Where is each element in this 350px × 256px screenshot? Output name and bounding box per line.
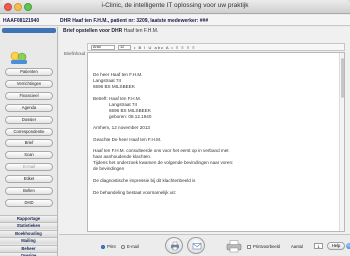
sidebar-button-verrichtingen[interactable]: Verrichtingen — [5, 79, 53, 88]
letter-line: Betreft: Haaf ten F.H.M. — [93, 96, 141, 101]
sidebar-button-etiket[interactable]: Etiket — [5, 175, 53, 184]
letter-line: De behandeling bestaat voornamelijk uit: — [93, 190, 176, 195]
letter-line: Langstraat 74 — [109, 102, 138, 107]
printer-large-icon[interactable] — [225, 239, 243, 253]
print-option-label: Print — [107, 244, 116, 249]
sidebar-button-scan[interactable]: Scan — [5, 151, 53, 160]
sidebar-button-dhd[interactable]: DHD — [5, 198, 53, 207]
sidebar-button-dossier[interactable]: Dossier — [5, 115, 53, 124]
letter-line: Langstraat 74 — [93, 78, 122, 83]
print-option[interactable]: Print — [101, 244, 116, 249]
sidebar-button-patienten[interactable]: Patienten — [5, 68, 53, 76]
sidebar-menu-beheer[interactable]: Beheer — [0, 244, 57, 252]
page-title-name: Haaf ten F.H.M. — [123, 28, 159, 34]
title-bar: i-Clinic, de intelligente IT oplossing v… — [0, 0, 350, 14]
clinic-logo-icon — [10, 51, 27, 64]
letter-line: Tijdens het onderzoek kwamen de volgende… — [93, 160, 234, 165]
sidebar: Patienten Verrichtingen Financieel Agenda Do… — [0, 27, 58, 256]
patient-summary: DHR Haaf ten F.H.M., patient nr: 3209, l… — [60, 18, 209, 24]
printer-icon — [171, 241, 179, 251]
sidebar-search-bar[interactable] — [2, 28, 56, 33]
envelope-icon — [192, 243, 202, 250]
sidebar-button-e-mail[interactable]: E-mail — [5, 163, 53, 172]
letter-line: de bevindingen — [93, 166, 125, 171]
sidebar-menu-overige[interactable]: Overige — [0, 252, 57, 256]
letter-actions: Print E-mail Printvoorbeeld Aantal 1 Hel… — [59, 234, 350, 256]
scroll-thumb[interactable] — [341, 58, 344, 98]
email-radio[interactable] — [121, 244, 125, 249]
letter-line: Haaf ten F.H.M. consulteerde ons voor he… — [93, 148, 229, 153]
patient-id: HAAF08121940 — [3, 18, 40, 24]
window-title: i-Clinic, de intelligente IT oplossing v… — [101, 2, 249, 9]
letter-line: 6596 BS MILSBEEK — [109, 108, 151, 113]
sidebar-button-brief[interactable]: Brief — [5, 139, 53, 148]
sidebar-button-financieel[interactable]: Financieel — [5, 91, 53, 100]
sidebar-button-bellen[interactable]: Bellen — [5, 187, 53, 195]
page-title: Brief opstellen voor DHR Haaf ten F.H.M. — [63, 28, 158, 34]
app-window: i-Clinic, de intelligente IT oplossing v… — [0, 0, 350, 256]
letter-line: geboren: 08.12.1940 — [109, 114, 152, 119]
sidebar-menu-boekhouding[interactable]: Boekhouding — [0, 229, 57, 237]
editor-scrollbar[interactable] — [339, 53, 344, 231]
letter-line: 6596 BS MILSBEEK — [93, 84, 135, 89]
email-option-label: E-mail — [127, 244, 139, 249]
send-button[interactable] — [187, 237, 205, 254]
copies-input[interactable]: 1 — [314, 243, 323, 249]
print-radio[interactable] — [101, 244, 105, 249]
format-toolbar: Arial 12 • B I U abc A • ≡ ≡ ≡ ≡ — [87, 43, 345, 51]
print-button[interactable] — [165, 237, 183, 254]
page-title-prefix: Brief opstellen voor DHR — [63, 28, 123, 34]
email-option[interactable]: E-mail — [121, 244, 139, 249]
letter-editor[interactable]: De heer Haaf ten F.H.M. Langstraat 74 6596… — [87, 52, 345, 232]
letter-content-label: Briefinhoud — [64, 51, 86, 56]
letter-line: Haaf ten F.H.M. wordt over ... maanden t… — [93, 231, 198, 232]
letter-line: Geachte De heer Haaf ten F.H.M. — [93, 137, 162, 142]
status-orb-icon — [346, 243, 350, 249]
letter-line: haar aanhoudende klachten. — [93, 154, 152, 159]
letter-line: De heer Haaf ten F.H.M. — [93, 72, 143, 77]
help-button[interactable]: Help — [327, 242, 345, 250]
format-buttons[interactable]: • B I U abc A • ≡ ≡ ≡ ≡ — [134, 45, 196, 50]
font-select[interactable]: Arial — [91, 45, 115, 50]
sidebar-menu-mailing[interactable]: Mailing — [0, 237, 57, 245]
preview-toggle[interactable]: Printvoorbeeld — [247, 244, 280, 249]
letter-line: De diagnostische impressie bij dit klach… — [93, 178, 196, 183]
sidebar-menu-rapportage[interactable]: Rapportage — [0, 215, 57, 222]
sidebar-button-agenda[interactable]: Agenda — [5, 103, 53, 112]
letter-line: Arnhem, 12 november 2013 — [93, 125, 150, 130]
letter-panel: Brief opstellen voor DHR Haaf ten F.H.M.… — [59, 27, 350, 256]
sidebar-button-correspondentie[interactable]: Correspondentie — [5, 127, 53, 136]
sidebar-menu-statistieken[interactable]: Statistieken — [0, 222, 57, 230]
font-size-select[interactable]: 12 — [118, 45, 131, 50]
preview-checkbox[interactable] — [247, 244, 251, 249]
preview-label: Printvoorbeeld — [253, 244, 281, 249]
aantal-label: Aantal — [291, 244, 303, 249]
patient-info-bar: HAAF08121940 DHR Haaf ten F.H.M., patien… — [0, 15, 350, 26]
